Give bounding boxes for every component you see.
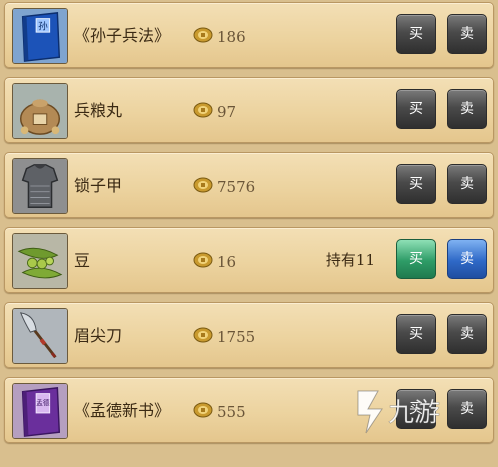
shop-row-dou: 豆 16 持有11 买 卖 [4, 227, 494, 293]
item-price: 16 [217, 253, 237, 271]
buy-button[interactable]: 买 [396, 89, 436, 129]
blue-book-icon: 孙 [12, 8, 68, 64]
coin-icon [193, 402, 213, 418]
item-price: 7576 [217, 178, 256, 196]
sell-button[interactable]: 卖 [447, 89, 487, 129]
jiuyou-watermark-logo: 九游 [352, 385, 472, 437]
item-price: 97 [217, 103, 237, 121]
item-price: 186 [217, 28, 246, 46]
book-glyph: 孟德 [36, 398, 50, 407]
item-name: 兵粮丸 [74, 101, 123, 120]
glaive-icon [12, 308, 68, 364]
sell-button[interactable]: 卖 [447, 164, 487, 204]
shop-row-sunzi-bingfa: 孙 《孙子兵法》 186 买 卖 [4, 2, 494, 68]
buy-button[interactable]: 买 [396, 239, 436, 279]
chainmail-armor-icon [12, 158, 68, 214]
coin-icon [193, 327, 213, 343]
coin-icon [193, 102, 213, 118]
watermark-text: 九游 [388, 398, 440, 428]
held-count: 持有11 [325, 251, 375, 269]
book-glyph: 孙 [38, 20, 48, 32]
buy-button[interactable]: 买 [396, 164, 436, 204]
sell-button[interactable]: 卖 [447, 14, 487, 54]
item-price: 1755 [217, 328, 256, 346]
coin-icon [193, 252, 213, 268]
coin-icon [193, 177, 213, 193]
shop-row-bingliang-wan: 兵粮丸 97 买 卖 [4, 77, 494, 143]
grain-sack-icon [12, 83, 68, 139]
item-name: 豆 [74, 251, 91, 270]
item-name: 眉尖刀 [74, 326, 123, 345]
shop-row-suozi-jia: 锁子甲 7576 买 卖 [4, 152, 494, 218]
item-name: 《孙子兵法》 [74, 26, 171, 45]
sell-button[interactable]: 卖 [447, 314, 487, 354]
sell-button[interactable]: 卖 [447, 239, 487, 279]
shop-row-meijian-dao: 眉尖刀 1755 买 卖 [4, 302, 494, 368]
item-price: 555 [217, 403, 246, 421]
purple-book-icon: 孟德 [12, 383, 68, 439]
item-name: 锁子甲 [74, 176, 123, 195]
buy-button[interactable]: 买 [396, 14, 436, 54]
bean-pod-icon [12, 233, 68, 289]
coin-icon [193, 27, 213, 43]
buy-button[interactable]: 买 [396, 314, 436, 354]
item-name: 《孟德新书》 [74, 401, 171, 420]
